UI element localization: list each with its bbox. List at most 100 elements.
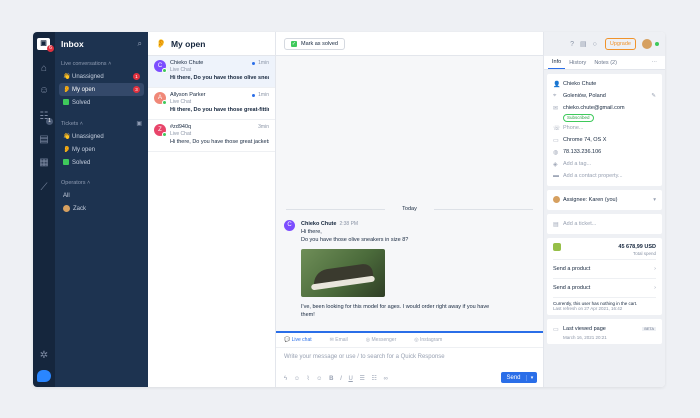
tab-instagram[interactable]: ◎ Instagram (414, 337, 451, 343)
italic-icon[interactable]: I (340, 376, 342, 382)
details-tabs: Info History Notes (2) ⋯ (544, 56, 665, 70)
ear-icon: 👂 (63, 147, 71, 153)
operators-section-label: Operators (61, 180, 86, 186)
add-property-field[interactable]: Add a contact property... (563, 173, 656, 179)
contact-name-field[interactable]: Chieko Chute (563, 81, 656, 87)
upgrade-button[interactable]: Upgrade (604, 38, 636, 50)
tab-info[interactable]: Info (548, 59, 566, 69)
sidebar-item-label: Unassigned (72, 73, 104, 80)
chat-message: C Chieko Chute 2:38 PM Hi there, Do you h… (284, 220, 489, 319)
sidebar-item-label: Zack (73, 205, 87, 212)
shop-card: 45 678,99 USD Total spend Send a product… (547, 238, 662, 315)
conversation-item[interactable]: A Allyson Parker 1min Live Chat Hi there,… (148, 88, 275, 120)
sidebar-item-live-my-open[interactable]: 👂 My open 3 (59, 83, 144, 96)
email-icon: ✉ (553, 105, 559, 112)
send-product-row[interactable]: Send a product › (553, 282, 656, 294)
tab-messenger[interactable]: ◎ Messenger (366, 337, 406, 343)
unread-dot (252, 93, 256, 97)
send-product-row[interactable]: Send a product › (553, 263, 656, 275)
tab-email[interactable]: ✉ Email (330, 337, 357, 343)
help-icon[interactable]: ? (570, 41, 574, 48)
bold-icon[interactable]: B (329, 376, 333, 382)
conversation-item[interactable]: Z #zd940q 3min Live Chat Hi there, Do you… (148, 120, 275, 152)
sidebar-item-live-unassigned[interactable]: 👋 Unassigned 1 (59, 70, 144, 83)
last-viewed-title: Last viewed page (563, 326, 606, 332)
location-field[interactable]: Goleniów, Poland (563, 93, 651, 99)
sneaker-image[interactable] (301, 249, 385, 297)
mark-as-solved-button[interactable]: ✓ Mark as solved (284, 37, 345, 50)
unread-dot (252, 61, 256, 65)
chevron-down-icon[interactable]: ▾ (527, 375, 537, 381)
emoji-icon[interactable]: ☺ (316, 376, 322, 382)
link-icon[interactable]: ∞ (384, 376, 388, 382)
bot-icon[interactable]: ☺ (294, 376, 300, 382)
send-button[interactable]: Send ▾ (501, 372, 537, 383)
edit-icon[interactable]: ✎ (651, 93, 656, 99)
bot-icon[interactable]: ☺ (38, 85, 50, 97)
sidebar-item-operator-zack[interactable]: Zack (59, 202, 144, 215)
sidebar-item-tickets-unassigned[interactable]: 👋 Unassigned (59, 130, 144, 143)
message-input[interactable]: Write your message or use / to search fo… (276, 348, 543, 366)
analytics-icon[interactable]: ⟋ (38, 182, 50, 194)
chevron-down-icon[interactable]: ▾ (653, 197, 656, 203)
message-preview: Hi there, Do you have those olive sneake… (170, 75, 269, 81)
tickets-section[interactable]: Tickets ˄ ▣ (55, 115, 148, 130)
assignee-card[interactable]: Assignee: Karen (you) ▾ (547, 190, 662, 210)
message-preview: Hi there, Do you have those great jacket… (170, 139, 269, 145)
sidebar-item-live-solved[interactable]: Solved (59, 96, 144, 109)
add-ticket-field[interactable]: Add a ticket... (563, 221, 656, 227)
tickets-icon[interactable]: ▤ (38, 134, 50, 146)
logo-badge: 6 (47, 45, 54, 52)
channel-label: Live Chat (170, 131, 192, 137)
underline-icon[interactable]: U (348, 376, 352, 382)
refresh-status: Last refresh on 27 Apr 2021, 16:42 (553, 306, 623, 311)
avatar (553, 195, 560, 203)
status-icon[interactable]: ○ (593, 41, 597, 48)
time-ago: 1min (258, 92, 269, 98)
message-line: Do you have those olive sneakers in size… (301, 237, 409, 243)
subscribed-badge[interactable]: Subscribed (563, 114, 594, 122)
folder-icon: ▬ (553, 173, 559, 179)
operators-section[interactable]: Operators ˄ (55, 175, 148, 189)
nav-rail: ▣ 6 ⌂ ☺ ☷ 1 ▤ ▦ ⟋ ✲ (33, 32, 55, 387)
date-divider: Today (286, 206, 533, 212)
knowledge-icon[interactable]: ▦ (38, 157, 50, 169)
sidebar-item-operators-all[interactable]: All (59, 189, 144, 202)
chevron-right-icon: › (654, 285, 656, 291)
add-tag-field[interactable]: Add a tag... (563, 161, 656, 167)
phone-field[interactable]: Phone... (563, 125, 656, 131)
tab-history[interactable]: History (565, 60, 590, 69)
avatar[interactable] (642, 39, 652, 49)
bullet-list-icon[interactable]: ☰ (359, 376, 364, 382)
check-square-icon (63, 158, 69, 165)
settings-gear-icon[interactable]: ✲ (38, 350, 50, 362)
conversation-item[interactable]: C Chieko Chute 1min Live Chat Hi there, D… (148, 56, 275, 88)
tab-live-chat[interactable]: 💬 Live chat (284, 337, 321, 343)
numbered-list-icon[interactable]: ☷ (372, 376, 377, 382)
ip-field: 78.133.236.106 (563, 149, 602, 155)
sidebar-item-label: All (63, 192, 70, 199)
contact-name: Allyson Parker (170, 92, 206, 98)
ticket-card[interactable]: ▤ Add a ticket... (547, 214, 662, 234)
sidebar-item-tickets-solved[interactable]: Solved (59, 156, 144, 169)
news-icon[interactable]: ▤ (580, 40, 587, 48)
location-icon: ⌖ (553, 92, 557, 99)
last-viewed-card: ▭ Last viewed page BETA March 16, 2021 20:… (547, 319, 662, 344)
live-section-label: Live conversations (61, 61, 107, 67)
chat-panel: ✓ Mark as solved Today C Chieko Chute 2:3… (276, 32, 543, 387)
search-icon[interactable]: ⌕ (138, 39, 142, 49)
page-icon: ▭ (553, 326, 559, 333)
sidebar-item-label: My open (72, 146, 96, 153)
email-field[interactable]: chieko.chute@gmail.com (563, 105, 656, 111)
more-icon[interactable]: ⋯ (648, 60, 662, 69)
new-ticket-icon[interactable]: ▣ (136, 120, 142, 127)
phone-icon: ☏ (553, 125, 561, 132)
attachment-icon[interactable]: ⌇ (307, 376, 310, 382)
home-icon[interactable]: ⌂ (38, 63, 50, 75)
message-thread[interactable]: Today C Chieko Chute 2:38 PM Hi there, Do… (276, 56, 543, 331)
chat-toolbar: ✓ Mark as solved (276, 32, 543, 56)
tab-notes[interactable]: Notes (2) (590, 60, 621, 69)
lightning-icon[interactable]: ϟ (284, 376, 287, 382)
live-conversations-section[interactable]: Live conversations ˄ (55, 56, 148, 70)
sidebar-item-tickets-my-open[interactable]: 👂 My open (59, 143, 144, 156)
